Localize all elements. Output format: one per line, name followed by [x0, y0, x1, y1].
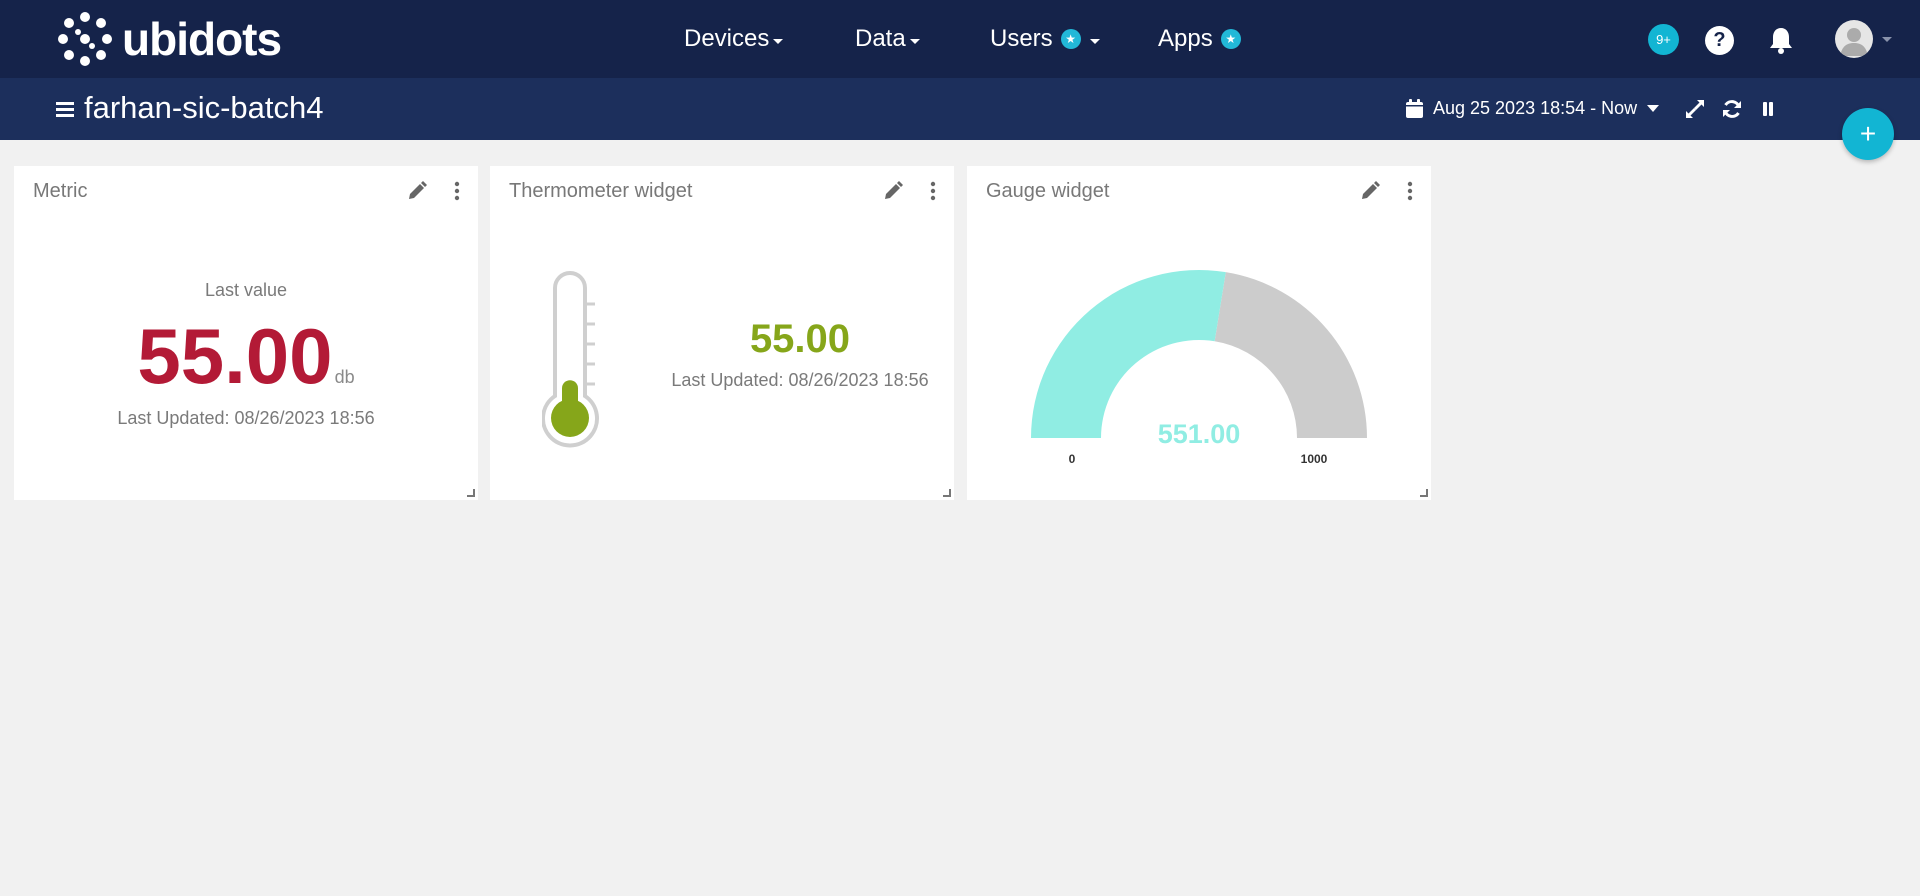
refresh-icon[interactable] [1721, 98, 1743, 120]
chevron-down-icon [909, 38, 920, 44]
resize-handle[interactable] [1420, 489, 1428, 497]
add-widget-button[interactable]: + [1842, 108, 1894, 160]
help-icon[interactable]: ? [1705, 26, 1734, 55]
gauge-min-label: 0 [1068, 452, 1076, 466]
fullscreen-expand-icon[interactable] [1684, 98, 1706, 120]
nav-devices-label: Devices [684, 25, 770, 52]
dashboard-toolbar: farhan-sic-batch4 Aug 25 2023 18:54 - No… [0, 78, 1920, 140]
chevron-down-icon[interactable] [1882, 37, 1892, 42]
pencil-edit-icon[interactable] [882, 180, 904, 202]
gauge-value: 551.00 [1157, 419, 1241, 449]
metric-label: Last value [204, 280, 288, 300]
widget-title: Thermometer widget [509, 180, 693, 202]
top-navbar: ubidots Devices Data Users ★ Apps ★ 9+ ? [0, 0, 1920, 78]
metric-value-row: 55.00 db [14, 314, 478, 398]
thermometer-last-updated: Last Updated: 08/26/2023 18:56 [671, 370, 929, 390]
pause-icon[interactable] [1757, 98, 1779, 120]
nav-apps[interactable]: Apps ★ [1158, 24, 1241, 54]
metric-value: 55.00 [137, 312, 333, 400]
logo-dots-icon [58, 12, 112, 66]
thermometer-value: 55.00 [749, 317, 851, 361]
date-range-picker[interactable]: Aug 25 2023 18:54 - Now [1406, 96, 1660, 120]
nav-users-label: Users [990, 25, 1053, 52]
pencil-edit-icon[interactable] [406, 180, 428, 202]
metric-unit: db [334, 367, 355, 387]
calendar-icon [1406, 98, 1423, 118]
dashboard-title[interactable]: farhan-sic-batch4 [84, 90, 324, 126]
notifications-count-badge[interactable]: 9+ [1648, 24, 1679, 55]
resize-handle[interactable] [943, 489, 951, 497]
metric-widget: Metric Last value 55.00 db Last Updated: … [14, 166, 478, 500]
gauge-widget: Gauge widget 551.00 0 1000 [967, 166, 1431, 500]
chevron-down-icon [1647, 104, 1660, 112]
star-icon: ★ [1220, 29, 1241, 49]
metric-last-updated: Last Updated: 08/26/2023 18:56 [117, 408, 375, 428]
chevron-down-icon [1089, 38, 1100, 44]
brand-name: ubidots [122, 13, 282, 65]
date-range-label: Aug 25 2023 18:54 - Now [1433, 98, 1638, 118]
user-icon [1840, 28, 1868, 56]
nav-users[interactable]: Users ★ [990, 24, 1100, 54]
ubidots-logo[interactable]: ubidots [58, 12, 282, 66]
chevron-down-icon [773, 38, 784, 44]
thermometer-widget: Thermometer widget 55.00 Last Updated: 0… [490, 166, 954, 500]
hamburger-menu-icon[interactable] [56, 102, 74, 118]
nav-data[interactable]: Data [855, 24, 920, 54]
more-options-icon[interactable] [928, 180, 938, 202]
more-options-icon[interactable] [452, 180, 462, 202]
gauge-remaining-arc [1214, 272, 1367, 438]
star-icon: ★ [1060, 29, 1081, 49]
bell-icon[interactable] [1768, 26, 1794, 54]
resize-handle[interactable] [467, 489, 475, 497]
nav-data-label: Data [855, 25, 906, 52]
thermometer-bulb [551, 399, 589, 437]
nav-apps-label: Apps [1158, 25, 1213, 52]
gauge-value-arc [1031, 270, 1226, 438]
thermometer-graphic [542, 271, 599, 448]
gauge-max-label: 1000 [1300, 452, 1328, 466]
widget-title: Metric [33, 180, 88, 202]
nav-devices[interactable]: Devices [684, 24, 784, 54]
avatar[interactable] [1835, 20, 1873, 58]
